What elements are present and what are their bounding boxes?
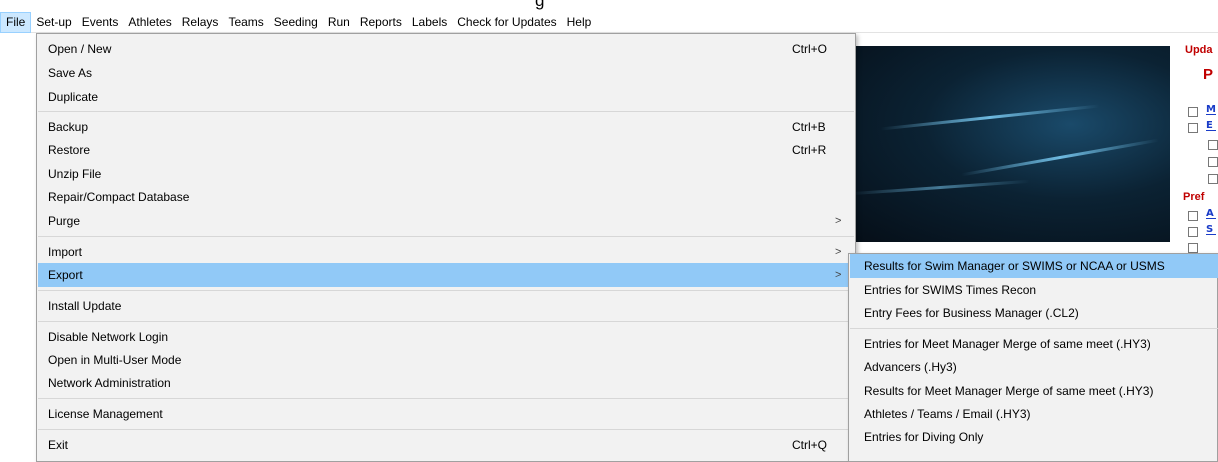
menu-item-exit[interactable]: Exit Ctrl+Q	[38, 433, 854, 457]
menu-bar: File Set-up Events Athletes Relays Teams…	[0, 11, 1218, 33]
submenu-item-label: Entry Fees for Business Manager (.CL2)	[864, 306, 1079, 320]
menu-relays[interactable]: Relays	[177, 12, 224, 33]
menu-item-install-update[interactable]: Install Update	[38, 294, 854, 318]
menu-item-shortcut: Ctrl+B	[792, 120, 826, 134]
menu-help[interactable]: Help	[562, 12, 597, 33]
menu-item-label: Duplicate	[48, 90, 99, 104]
submenu-item-label: Entries for Diving Only	[864, 430, 984, 444]
option-checkbox[interactable]	[1188, 107, 1198, 117]
banner-streak	[961, 138, 1159, 177]
menu-item-duplicate[interactable]: Duplicate	[38, 85, 854, 109]
menu-item-label: Unzip File	[48, 167, 102, 181]
menu-separator	[38, 429, 854, 430]
submenu-item-label: Athletes / Teams / Email (.HY3)	[864, 407, 1031, 421]
submenu-item-label: Entries for Meet Manager Merge of same m…	[864, 337, 1151, 351]
submenu-arrow-icon: >	[835, 215, 842, 227]
menu-check-for-updates[interactable]: Check for Updates	[452, 12, 561, 33]
option-link[interactable]: S	[1206, 225, 1216, 235]
submenu-item-entries-meet-manager-merge[interactable]: Entries for Meet Manager Merge of same m…	[850, 332, 1218, 356]
menu-item-disable-network-login[interactable]: Disable Network Login	[38, 325, 854, 349]
menu-item-label: Export	[48, 268, 83, 282]
option-checkbox[interactable]	[1208, 157, 1218, 167]
menu-item-export[interactable]: Export >	[38, 263, 854, 287]
submenu-item-results-meet-manager-merge[interactable]: Results for Meet Manager Merge of same m…	[850, 379, 1218, 403]
option-checkbox[interactable]	[1208, 174, 1218, 184]
menu-seeding[interactable]: Seeding	[269, 12, 323, 33]
menu-item-label: Disable Network Login	[48, 330, 169, 344]
menu-item-purge[interactable]: Purge >	[38, 209, 854, 233]
file-menu: Open / New Ctrl+O Save As Duplicate Back…	[36, 33, 856, 462]
option-checkbox[interactable]	[1188, 243, 1198, 253]
title-bar: g	[0, 0, 1218, 12]
menu-file[interactable]: File	[0, 11, 32, 33]
panel-heading: P	[1203, 66, 1214, 83]
menu-events[interactable]: Events	[77, 12, 124, 33]
menu-separator	[38, 290, 854, 291]
menu-item-label: Open / New	[48, 42, 112, 56]
menu-item-restore[interactable]: Restore Ctrl+R	[38, 138, 854, 162]
submenu-item-entry-fees-business-manager[interactable]: Entry Fees for Business Manager (.CL2)	[850, 301, 1218, 325]
menu-item-import[interactable]: Import >	[38, 240, 854, 264]
menu-item-shortcut: Ctrl+Q	[792, 438, 828, 452]
menu-item-label: License Management	[48, 407, 163, 421]
menu-separator	[38, 236, 854, 237]
menu-item-label: Network Administration	[48, 376, 171, 390]
submenu-item-advancers[interactable]: Advancers (.Hy3)	[850, 355, 1218, 379]
option-link[interactable]: E	[1206, 121, 1216, 131]
submenu-item-athletes-teams-email[interactable]: Athletes / Teams / Email (.HY3)	[850, 402, 1218, 426]
menu-athletes[interactable]: Athletes	[123, 12, 176, 33]
banner-image	[840, 46, 1170, 242]
window-title: g	[535, 0, 545, 10]
menu-item-license-management[interactable]: License Management	[38, 402, 854, 426]
menu-item-network-administration[interactable]: Network Administration	[38, 371, 854, 395]
option-checkbox[interactable]	[1188, 123, 1198, 133]
menu-separator	[38, 398, 854, 399]
menu-item-save-as[interactable]: Save As	[38, 61, 854, 85]
submenu-item-entries-diving-only[interactable]: Entries for Diving Only	[850, 425, 1218, 449]
menu-item-repair-compact-database[interactable]: Repair/Compact Database	[38, 185, 854, 209]
menu-item-open-multi-user-mode[interactable]: Open in Multi-User Mode	[38, 348, 854, 372]
menu-labels[interactable]: Labels	[407, 12, 452, 33]
option-checkbox[interactable]	[1208, 140, 1218, 150]
menu-separator	[38, 111, 854, 112]
preferences-label: Pref	[1183, 191, 1205, 203]
option-link[interactable]: A	[1206, 209, 1216, 219]
menu-item-backup[interactable]: Backup Ctrl+B	[38, 115, 854, 139]
menu-item-label: Exit	[48, 438, 69, 452]
menu-setup[interactable]: Set-up	[31, 12, 76, 33]
submenu-item-label: Entries for SWIMS Times Recon	[864, 283, 1037, 297]
menu-item-label: Restore	[48, 143, 91, 157]
option-link[interactable]: M	[1206, 105, 1216, 115]
option-checkbox[interactable]	[1188, 227, 1198, 237]
menu-item-label: Repair/Compact Database	[48, 190, 190, 204]
submenu-arrow-icon: >	[835, 269, 842, 281]
menu-item-label: Open in Multi-User Mode	[48, 353, 182, 367]
submenu-item-results-swim-manager[interactable]: Results for Swim Manager or SWIMS or NCA…	[850, 254, 1218, 278]
menu-item-unzip-file[interactable]: Unzip File	[38, 162, 854, 186]
menu-item-label: Purge	[48, 214, 81, 228]
option-checkbox[interactable]	[1188, 211, 1198, 221]
submenu-item-label: Results for Meet Manager Merge of same m…	[864, 384, 1154, 398]
update-label[interactable]: Upda	[1185, 44, 1213, 56]
export-submenu: Results for Swim Manager or SWIMS or NCA…	[848, 253, 1218, 462]
submenu-item-entries-swims-times-recon[interactable]: Entries for SWIMS Times Recon	[850, 278, 1218, 302]
menu-item-shortcut: Ctrl+O	[792, 42, 828, 56]
menu-item-label: Backup	[48, 120, 89, 134]
menu-item-shortcut: Ctrl+R	[792, 143, 827, 157]
banner-streak	[850, 179, 1030, 196]
menu-run[interactable]: Run	[323, 12, 355, 33]
menu-item-label: Import	[48, 245, 83, 259]
submenu-arrow-icon: >	[835, 246, 842, 258]
menu-item-open-new[interactable]: Open / New Ctrl+O	[38, 37, 854, 61]
submenu-item-label: Results for Swim Manager or SWIMS or NCA…	[864, 259, 1165, 273]
banner-streak	[880, 104, 1100, 131]
submenu-item-label: Advancers (.Hy3)	[864, 360, 957, 374]
menu-item-label: Save As	[48, 66, 93, 80]
menu-teams[interactable]: Teams	[223, 12, 268, 33]
menu-separator	[850, 328, 1218, 329]
menu-separator	[38, 321, 854, 322]
menu-reports[interactable]: Reports	[355, 12, 407, 33]
menu-item-label: Install Update	[48, 299, 122, 313]
